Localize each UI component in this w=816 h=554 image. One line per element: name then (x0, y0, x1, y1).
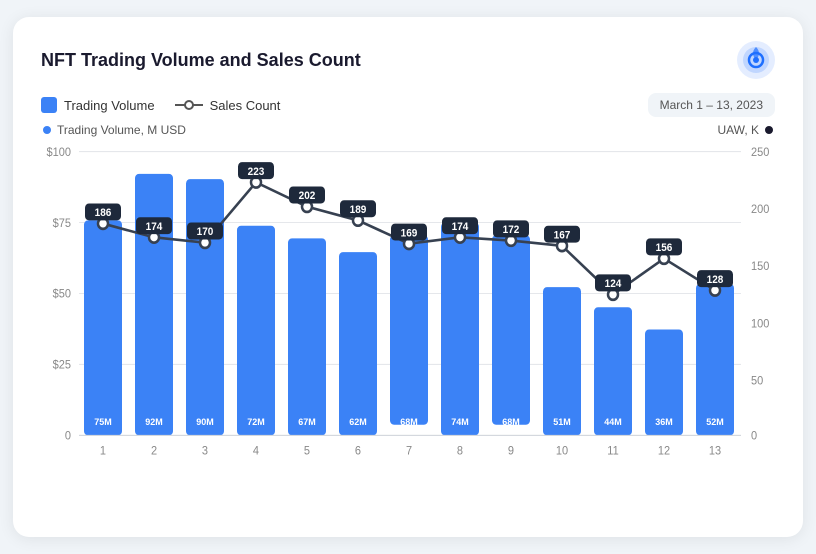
svg-text:7: 7 (406, 445, 412, 457)
svg-text:13: 13 (709, 445, 721, 457)
svg-text:250: 250 (751, 147, 769, 159)
label-1: 186 (95, 208, 112, 219)
svg-text:67M: 67M (298, 417, 316, 427)
label-10: 167 (554, 230, 571, 241)
svg-text:8: 8 (457, 445, 463, 457)
svg-text:100: 100 (751, 318, 769, 330)
svg-text:62M: 62M (349, 417, 367, 427)
chart-area: $100 $75 $50 $25 0 250 200 150 100 50 0 … (41, 141, 775, 501)
svg-text:$50: $50 (53, 288, 71, 300)
legend-trading-volume: Trading Volume (41, 97, 155, 113)
svg-text:92M: 92M (145, 417, 163, 427)
legend-left: Trading Volume Sales Count (41, 97, 280, 113)
legend-square-icon (41, 97, 57, 113)
legend-sales-count-label: Sales Count (210, 98, 281, 113)
legend-row: Trading Volume Sales Count March 1 – 13,… (41, 93, 775, 117)
svg-text:50: 50 (751, 375, 763, 387)
svg-text:$100: $100 (47, 147, 71, 159)
svg-text:3: 3 (202, 445, 208, 457)
svg-text:90M: 90M (196, 417, 214, 427)
date-badge: March 1 – 13, 2023 (648, 93, 775, 117)
label-12: 156 (656, 243, 673, 254)
svg-text:200: 200 (751, 204, 769, 216)
axis-labels-row: Trading Volume, M USD UAW, K (41, 123, 775, 137)
bar-8 (441, 223, 479, 436)
svg-text:68M: 68M (400, 417, 418, 427)
left-axis-label: Trading Volume, M USD (43, 123, 186, 137)
svg-text:51M: 51M (553, 417, 571, 427)
bar-2 (135, 174, 173, 436)
label-6: 189 (350, 205, 367, 216)
svg-text:1: 1 (100, 445, 106, 457)
legend-line-icon (175, 97, 203, 113)
svg-text:6: 6 (355, 445, 361, 457)
bar-13 (696, 284, 734, 435)
label-2: 174 (146, 222, 163, 233)
svg-text:4: 4 (253, 445, 259, 457)
label-7: 169 (401, 228, 418, 239)
label-13: 128 (707, 275, 724, 286)
svg-text:44M: 44M (604, 417, 622, 427)
svg-text:$75: $75 (53, 218, 71, 230)
right-axis-label: UAW, K (717, 123, 773, 137)
svg-text:2: 2 (151, 445, 157, 457)
bar-6 (339, 252, 377, 435)
svg-text:52M: 52M (706, 417, 724, 427)
logo-icon (737, 41, 775, 79)
svg-text:$25: $25 (53, 359, 71, 371)
svg-text:12: 12 (658, 445, 670, 457)
bar-1 (84, 220, 122, 435)
svg-text:9: 9 (508, 445, 514, 457)
legend-trading-volume-label: Trading Volume (64, 98, 155, 113)
label-9: 172 (503, 225, 520, 236)
bar-4 (237, 226, 275, 436)
label-8: 174 (452, 222, 469, 233)
svg-text:0: 0 (751, 430, 757, 442)
label-5: 202 (299, 191, 316, 202)
svg-text:5: 5 (304, 445, 310, 457)
label-3: 170 (197, 227, 214, 238)
chart-svg: $100 $75 $50 $25 0 250 200 150 100 50 0 … (41, 141, 775, 501)
dot-blue-icon (43, 126, 51, 134)
svg-text:68M: 68M (502, 417, 520, 427)
label-4: 223 (248, 167, 265, 178)
bar-5 (288, 238, 326, 435)
legend-sales-count: Sales Count (175, 97, 281, 113)
svg-text:0: 0 (65, 430, 71, 442)
svg-text:10: 10 (556, 445, 568, 457)
svg-text:75M: 75M (94, 417, 112, 427)
chart-title: NFT Trading Volume and Sales Count (41, 50, 361, 71)
bar-10 (543, 287, 581, 435)
svg-text:150: 150 (751, 261, 769, 273)
bar-9 (492, 235, 530, 425)
bar-7 (390, 235, 428, 425)
header-row: NFT Trading Volume and Sales Count (41, 41, 775, 79)
bar-3 (186, 179, 224, 435)
svg-text:74M: 74M (451, 417, 469, 427)
svg-text:36M: 36M (655, 417, 673, 427)
svg-text:72M: 72M (247, 417, 265, 427)
chart-card: NFT Trading Volume and Sales Count Tradi… (13, 17, 803, 537)
svg-text:11: 11 (607, 445, 618, 457)
label-11: 124 (605, 279, 622, 290)
dot-dark-icon (765, 126, 773, 134)
